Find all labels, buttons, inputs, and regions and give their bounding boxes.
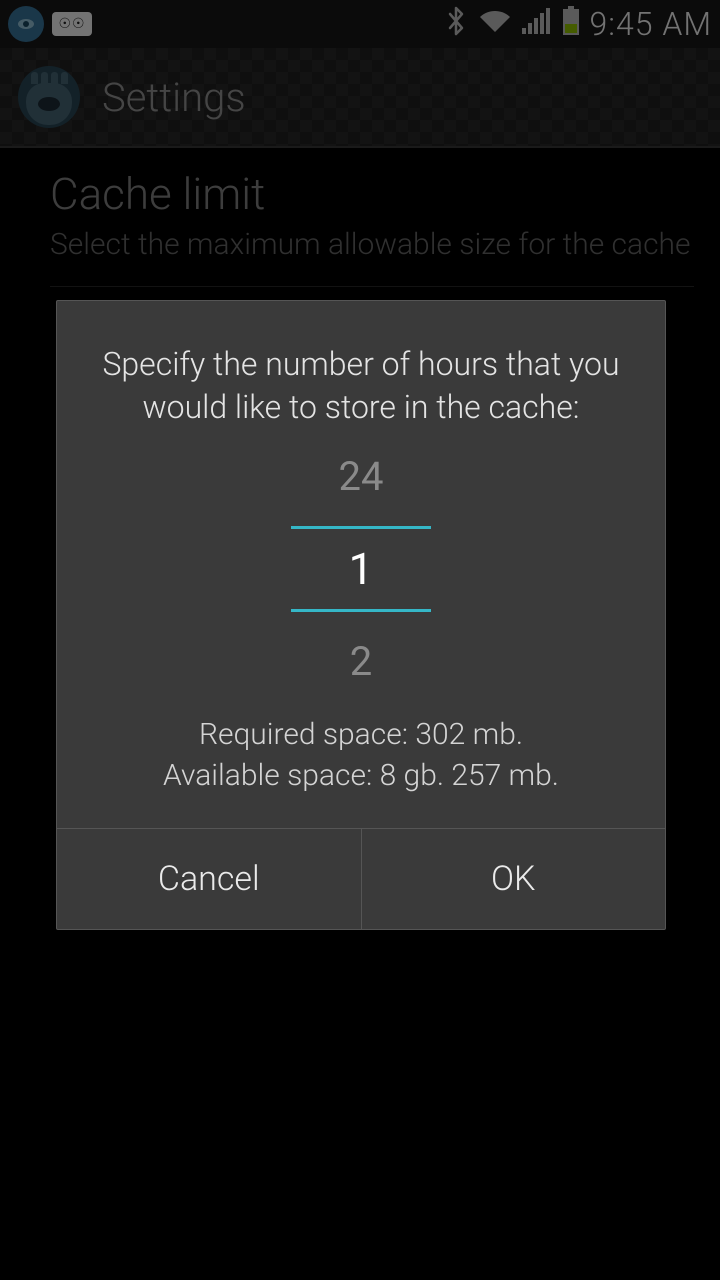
- dialog-message: Specify the number of hours that you wou…: [91, 343, 631, 429]
- dialog-space-info: Required space: 302 mb. Available space:…: [91, 715, 631, 796]
- picker-value-prev[interactable]: 24: [339, 453, 384, 500]
- available-space-label: Available space: 8 gb. 257 mb.: [91, 756, 631, 797]
- dialog-body: Specify the number of hours that you wou…: [57, 301, 665, 828]
- screen: ☉☉ 9:45 AM Settings Cache limit: [0, 0, 720, 1280]
- picker-value-current[interactable]: 1: [291, 526, 431, 612]
- required-space-label: Required space: 302 mb.: [91, 715, 631, 756]
- cache-hours-dialog: Specify the number of hours that you wou…: [56, 300, 666, 930]
- number-picker[interactable]: 24 1 2: [91, 453, 631, 685]
- picker-value-next[interactable]: 2: [350, 638, 372, 685]
- cancel-button[interactable]: Cancel: [57, 829, 362, 929]
- ok-button[interactable]: OK: [362, 829, 666, 929]
- dialog-button-bar: Cancel OK: [57, 828, 665, 929]
